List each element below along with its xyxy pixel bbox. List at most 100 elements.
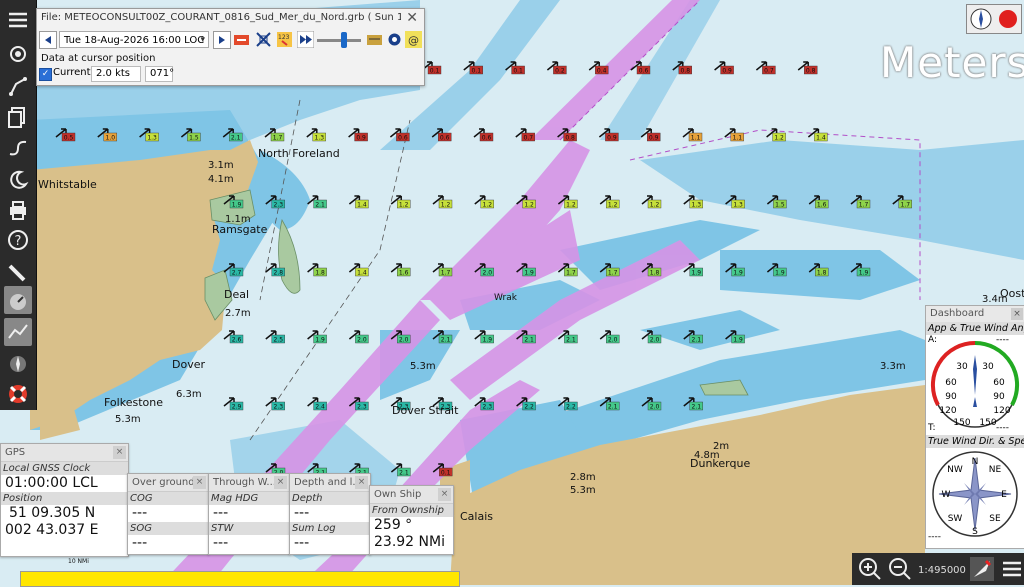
current-value: 2.2 — [566, 404, 576, 411]
longitude-value: 002 43.037 E — [5, 522, 99, 538]
dial-number: 150 — [979, 418, 996, 428]
sum-log-value: --- — [294, 535, 310, 551]
current-value: 1.2 — [399, 202, 409, 209]
wind-direction-title: True Wind Dir. & Spe — [926, 435, 1024, 448]
close-icon[interactable]: × — [193, 476, 206, 489]
grib-open-icon[interactable] — [366, 31, 383, 48]
stw-value: --- — [213, 535, 229, 551]
wind-direction-compass: N NW NE W E SW SE S — [932, 451, 1018, 537]
slider-thumb[interactable] — [341, 32, 347, 48]
current-value: 1.9 — [524, 270, 534, 277]
current-value: 0.6 — [440, 135, 450, 142]
current-checkbox[interactable]: ✓ — [39, 68, 52, 81]
zoom-to-center-icon[interactable] — [255, 31, 272, 48]
settings-gear-icon[interactable] — [4, 40, 32, 68]
current-value: 1.7 — [859, 202, 869, 209]
help-icon[interactable]: ? — [4, 226, 32, 254]
current-value: 1.6 — [399, 270, 409, 277]
prev-time-button[interactable] — [39, 31, 57, 49]
current-direction-value: 071° — [145, 66, 174, 82]
current-value: 1.3 — [315, 135, 325, 142]
ruler-icon[interactable] — [4, 258, 32, 286]
zoom-in-icon[interactable] — [858, 557, 882, 581]
label-dover-strait: Dover Strait — [392, 404, 459, 417]
current-value: 2.1 — [441, 337, 451, 344]
close-icon[interactable]: × — [355, 476, 368, 489]
current-value: 2.1 — [315, 202, 325, 209]
current-value: 2.1 — [566, 337, 576, 344]
interval-icon[interactable]: 123 — [276, 31, 293, 48]
close-icon[interactable]: × — [438, 488, 451, 501]
svg-text:?: ? — [15, 234, 22, 249]
route-icon[interactable] — [4, 72, 32, 100]
current-value: 1.2 — [650, 202, 660, 209]
depth-label: 3.3m — [880, 361, 906, 372]
current-value: 1.2 — [774, 135, 784, 142]
print-icon[interactable] — [4, 196, 32, 224]
current-value: 1.9 — [692, 270, 702, 277]
position-label: Position — [1, 492, 128, 505]
menu-icon[interactable] — [1000, 557, 1024, 581]
moon-icon[interactable] — [4, 166, 32, 194]
current-value: 2.2 — [524, 404, 534, 411]
depth-unit-overlay: Meters — [880, 38, 1024, 87]
current-value: 1.7 — [566, 270, 576, 277]
copy-pages-icon[interactable] — [4, 103, 32, 131]
current-value: 0.8 — [681, 68, 691, 75]
chevron-down-icon: ▾ — [200, 35, 205, 45]
current-value: 2.0 — [650, 337, 660, 344]
datetime-select[interactable]: Tue 18-Aug-2026 16:00 LOC ▾ — [59, 31, 209, 48]
compass-rose-icon[interactable] — [4, 350, 32, 378]
current-value: 2.0 — [650, 404, 660, 411]
label-dover: Dover — [172, 358, 205, 371]
opacity-slider[interactable] — [317, 39, 361, 42]
zoom-bar: 1:495000 — [852, 553, 1024, 585]
record-icon[interactable] — [233, 31, 250, 48]
current-value: 1.2 — [524, 202, 534, 209]
current-value: 1.3 — [147, 135, 157, 142]
through-water-title: Through W... — [213, 477, 276, 488]
lifebuoy-icon[interactable] — [4, 380, 32, 408]
dial-number: 30 — [956, 362, 968, 372]
current-value: 1.2 — [441, 202, 451, 209]
scale-distance: 10 NMi — [68, 558, 89, 565]
close-icon[interactable]: × — [1011, 308, 1023, 320]
depth-label: 4.1m — [208, 174, 234, 185]
depth-label: 1.1m — [225, 214, 251, 225]
current-value: 1.7 — [273, 135, 283, 142]
current-value: 0.6 — [398, 135, 408, 142]
dial-number: 90 — [945, 392, 957, 402]
current-value: 1.4 — [357, 270, 367, 277]
north-up-button[interactable] — [966, 4, 1022, 34]
label-deal: Deal — [224, 288, 250, 301]
close-icon[interactable]: × — [113, 446, 126, 459]
current-value: 0.1 — [513, 68, 523, 75]
current-value: 1.9 — [859, 270, 869, 277]
zoom-out-icon[interactable] — [888, 557, 912, 581]
menu-icon[interactable] — [4, 6, 32, 34]
current-value: 1.1 — [691, 135, 701, 142]
dashboard-gauge-icon[interactable] — [4, 286, 32, 314]
chart-tool-icon[interactable] — [4, 318, 32, 346]
close-icon[interactable]: ✕ — [406, 10, 418, 26]
next-time-button[interactable] — [213, 31, 231, 49]
ship-follow-icon[interactable] — [970, 557, 994, 581]
current-value: 0.9 — [722, 68, 732, 75]
current-value: 0.7 — [524, 135, 534, 142]
current-value: 0.1 — [430, 68, 440, 75]
true-label: T: — [928, 423, 936, 433]
grib-settings-icon[interactable] — [386, 31, 403, 48]
play-icon[interactable] — [296, 30, 315, 49]
own-ship-instrument: Own Ship × From Ownship 259 ° 23.92 NMi — [369, 485, 454, 555]
label-wrak: Wrak — [494, 293, 517, 303]
grib-request-icon[interactable]: @ — [405, 31, 422, 48]
close-icon[interactable]: × — [274, 476, 287, 489]
current-value: 0.5 — [64, 135, 74, 142]
current-value: 2.1 — [692, 404, 702, 411]
current-value: 2.3 — [483, 404, 493, 411]
current-value: 1.9 — [733, 270, 743, 277]
latitude-value: 51 09.305 N — [9, 505, 96, 521]
dial-number: 120 — [993, 406, 1010, 416]
dial-number: 150 — [953, 418, 970, 428]
track-icon[interactable] — [4, 134, 32, 162]
